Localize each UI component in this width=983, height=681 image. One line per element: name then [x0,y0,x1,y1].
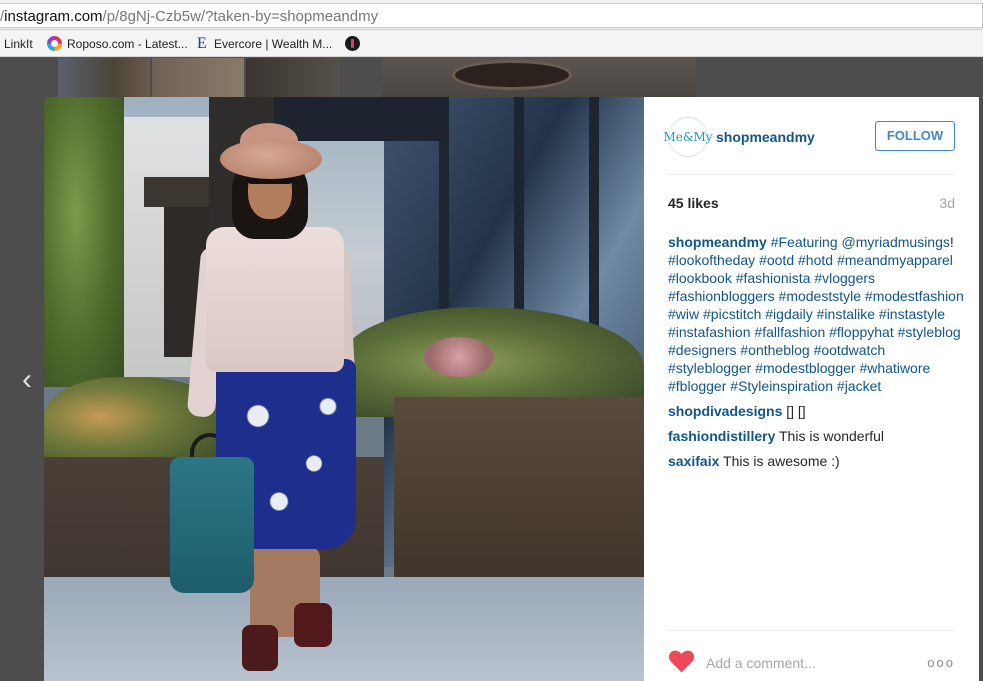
hashtag-link[interactable]: #fashionista [736,270,811,286]
bookmark-linkit[interactable]: LinkIt [4,35,33,52]
background-thumbnail [152,58,244,98]
background-thumbnail [58,58,150,98]
hashtag-link[interactable]: #fblogger [668,378,726,394]
hashtag-link[interactable]: #floppyhat [829,324,894,340]
avatar[interactable]: Me&My [663,117,713,157]
hashtag-link[interactable]: #lookoftheday [668,252,755,268]
hashtag-link[interactable]: #hotd [798,252,833,268]
hashtag-link[interactable]: @myriadmusings [842,234,950,250]
bookmark-evercore[interactable]: E Evercore | Wealth M... [197,35,332,52]
hashtag-link[interactable]: #styleblog [898,324,961,340]
hashtag-link[interactable]: #Featuring [771,234,838,250]
roposo-icon [47,36,62,51]
hashtag-link[interactable]: #ontheblog [740,342,809,358]
follow-button[interactable]: FOLLOW [875,121,955,151]
caption-fragment: ! [949,234,954,250]
comment-text: This is wonderful [775,428,885,444]
hashtag-link[interactable]: #modestblogger [755,360,855,376]
hashtag-link[interactable]: #igdaily [765,306,812,322]
author-username[interactable]: shopmeandmy [716,129,815,145]
address-bar: /instagram.com/p/8gNj-Czb5w/?taken-by=sh… [0,0,983,30]
background-thumbnail [382,58,696,98]
comments-list: shopmeandmy #Featuring @myriadmusings! #… [668,233,964,477]
comment-text: This is awesome :) [719,453,840,469]
hashtag-link[interactable]: #picstitch [703,306,761,322]
likes-count[interactable]: 45 likes [668,195,719,211]
hashtag-link[interactable]: #wiw [668,306,699,322]
hashtag-link[interactable]: #designers [668,342,737,358]
url-text: /instagram.com/p/8gNj-Czb5w/?taken-by=sh… [0,8,379,25]
evercore-icon: E [197,35,207,52]
comment-username[interactable]: shopdivadesigns [668,403,782,419]
comment: saxifaix This is awesome :) [668,452,964,470]
hashtag-link[interactable]: #fashionbloggers [668,288,775,304]
caption-username[interactable]: shopmeandmy [668,234,767,250]
hashtag-link[interactable]: #ootd [759,252,794,268]
more-options-icon[interactable]: ooo [927,655,955,670]
post-photo[interactable] [44,97,644,681]
background-thumbnail [246,58,340,98]
caption: shopmeandmy #Featuring @myriadmusings! #… [668,233,964,395]
post-actions: Add a comment... ooo [668,630,955,681]
pinterest-icon [345,36,360,51]
comment-username[interactable]: saxifaix [668,453,719,469]
url-field[interactable]: /instagram.com/p/8gNj-Czb5w/?taken-by=sh… [0,3,983,28]
post-header: Me&My shopmeandmy FOLLOW [663,97,955,175]
hashtag-link[interactable]: #modestfashion [865,288,964,304]
hashtag-link[interactable]: #instastyle [879,306,945,322]
bookmark-roposo[interactable]: Roposo.com - Latest... [47,35,188,52]
hashtag-link[interactable]: #vloggers [814,270,875,286]
post-sidebar: Me&My shopmeandmy FOLLOW 45 likes 3d sho… [644,97,979,681]
bookmark-pinterest[interactable] [345,35,365,52]
post-time[interactable]: 3d [939,195,955,211]
comment-text: [] [] [782,403,806,419]
hashtag-link[interactable]: #fallfashion [754,324,825,340]
hashtag-link[interactable]: #jacket [837,378,881,394]
comment: fashiondistillery This is wonderful [668,427,964,445]
caption-text: #Featuring @myriadmusings! #lookoftheday… [668,234,964,394]
hashtag-link[interactable]: #styleblogger [668,360,751,376]
hashtag-link[interactable]: #Styleinspiration [730,378,833,394]
hashtag-link[interactable]: #lookbook [668,270,732,286]
hashtag-link[interactable]: #meandmyapparel [837,252,953,268]
hashtag-link[interactable]: #modeststyle [779,288,861,304]
bookmarks-bar: LinkIt Roposo.com - Latest... E Evercore… [0,30,983,57]
comment-username[interactable]: fashiondistillery [668,428,775,444]
previous-post-arrow-icon[interactable]: ‹ [22,365,44,396]
hashtag-link[interactable]: #instalike [817,306,875,322]
hashtag-link[interactable]: #ootdwatch [814,342,886,358]
add-comment-input[interactable]: Add a comment... [706,655,816,671]
heart-icon[interactable] [668,648,695,674]
hashtag-link[interactable]: #instafashion [668,324,751,340]
hashtag-link[interactable]: #whatiwore [859,360,930,376]
post-modal: Me&My shopmeandmy FOLLOW 45 likes 3d sho… [44,97,979,681]
comment: shopdivadesigns [] [] [668,402,964,420]
